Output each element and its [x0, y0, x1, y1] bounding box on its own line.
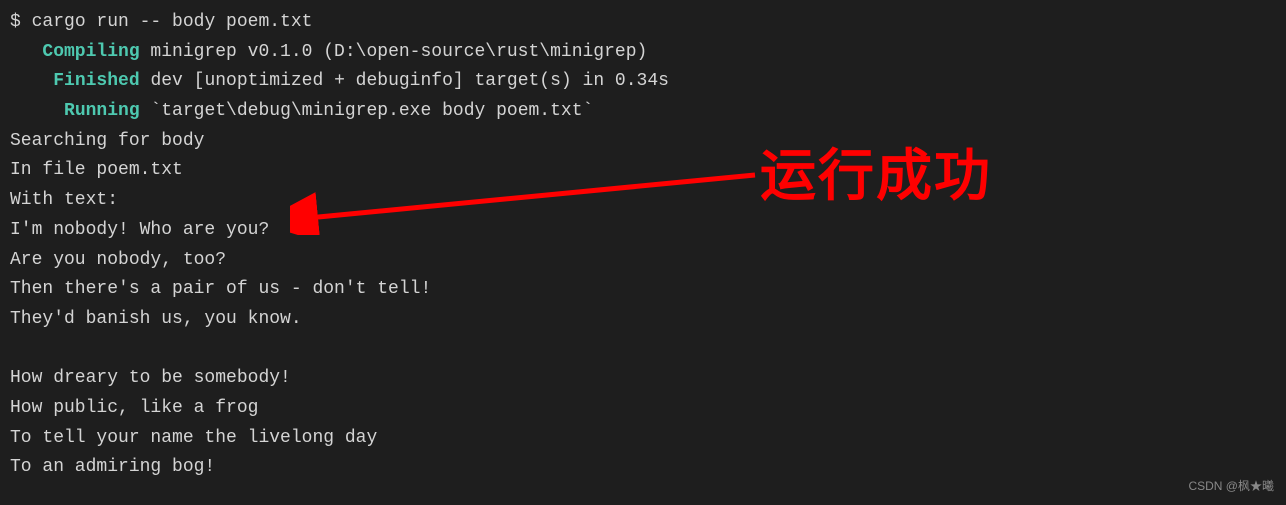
compiling-text: minigrep v0.1.0 (D:\open-source\rust\min…	[140, 42, 648, 62]
compiling-line: Compiling minigrep v0.1.0 (D:\open-sourc…	[10, 38, 1276, 68]
output-line: To tell your name the livelong day	[10, 424, 1276, 454]
watermark-text: CSDN @枫★曦	[1188, 477, 1274, 497]
finished-text: dev [unoptimized + debuginfo] target(s) …	[140, 71, 669, 91]
finished-label: Finished	[53, 71, 139, 91]
output-line: They'd banish us, you know.	[10, 305, 1276, 335]
compiling-label: Compiling	[42, 42, 139, 62]
annotation-text: 运行成功	[760, 130, 992, 222]
output-line: How public, like a frog	[10, 394, 1276, 424]
output-line: I'm nobody! Who are you?	[10, 216, 1276, 246]
running-text: `target\debug\minigrep.exe body poem.txt…	[140, 101, 594, 121]
running-label: Running	[64, 101, 140, 121]
output-line: How dreary to be somebody!	[10, 364, 1276, 394]
command-text: cargo run -- body poem.txt	[32, 12, 313, 32]
finished-line: Finished dev [unoptimized + debuginfo] t…	[10, 67, 1276, 97]
output-line: To an admiring bog!	[10, 453, 1276, 483]
output-line: In file poem.txt	[10, 156, 1276, 186]
prompt-symbol: $	[10, 12, 32, 32]
running-line: Running `target\debug\minigrep.exe body …	[10, 97, 1276, 127]
command-line[interactable]: $ cargo run -- body poem.txt	[10, 8, 1276, 38]
output-line: Are you nobody, too?	[10, 246, 1276, 276]
output-line: Then there's a pair of us - don't tell!	[10, 275, 1276, 305]
output-line	[10, 335, 1276, 365]
output-line: Searching for body	[10, 127, 1276, 157]
output-line: With text:	[10, 186, 1276, 216]
